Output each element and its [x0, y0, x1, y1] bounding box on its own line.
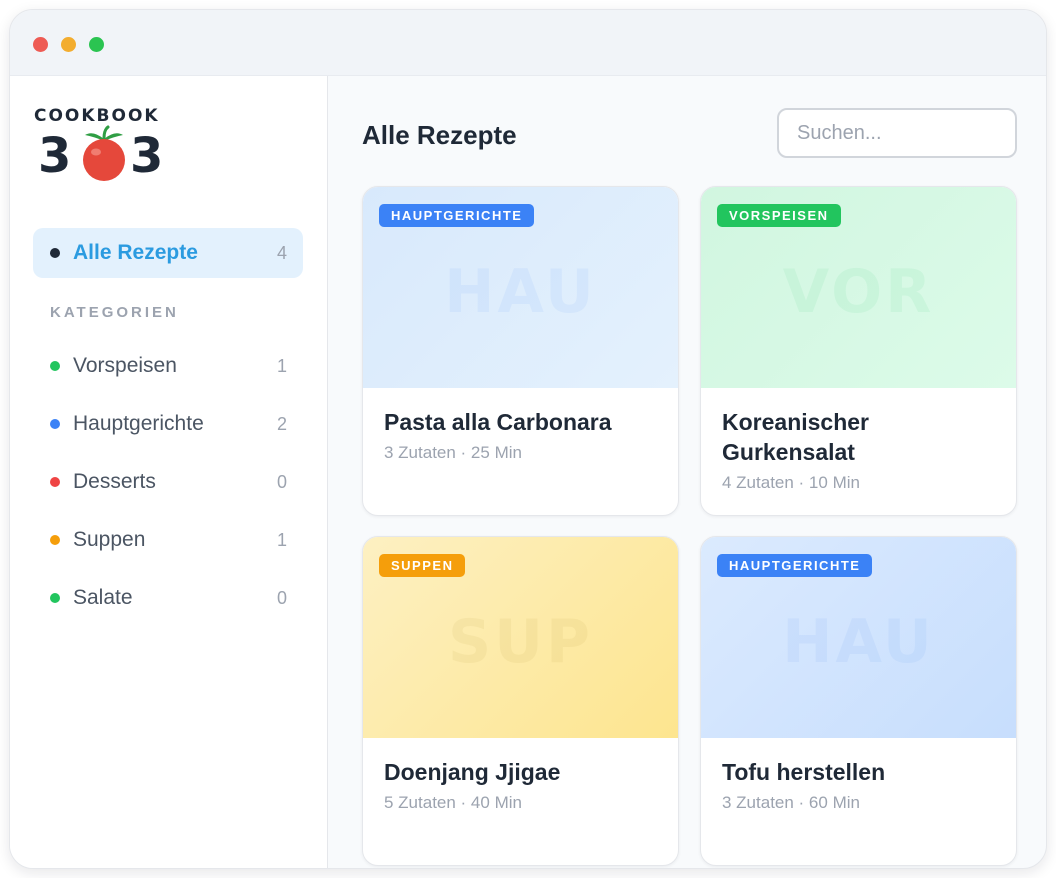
sidebar-item-label: Suppen — [73, 528, 146, 551]
sidebar-item-label: Desserts — [73, 470, 156, 493]
category-watermark: VOR — [782, 257, 935, 327]
category-dot-icon — [50, 535, 60, 545]
minimize-window-button[interactable] — [61, 37, 76, 52]
sidebar-item-hauptgerichte[interactable]: Hauptgerichte 2 — [33, 402, 303, 446]
category-watermark: HAU — [444, 257, 597, 327]
sidebar-item-salate[interactable]: Salate 0 — [33, 576, 303, 620]
sidebar-item-count: 4 — [276, 243, 287, 263]
search-input[interactable] — [777, 108, 1017, 158]
recipe-title: Tofu herstellen — [722, 759, 886, 785]
logo-wordmark: COOKBOOK — [34, 106, 160, 126]
category-dot-icon — [50, 593, 60, 603]
recipe-card[interactable]: HAUPTGERICHTE HAU Pasta alla Carbonara 3… — [362, 186, 679, 516]
recipe-card-header: SUPPEN SUP — [363, 537, 678, 738]
sidebar-item-label: Salate — [73, 586, 133, 609]
title-bar — [10, 10, 1046, 76]
recipe-title: Doenjang Jjigae — [384, 759, 561, 785]
recipe-meta: 5 Zutaten · 40 Min — [384, 793, 522, 812]
category-watermark: SUP — [448, 607, 593, 677]
logo-digit-right: 3 — [130, 128, 164, 184]
sidebar-item-label: Vorspeisen — [73, 354, 177, 377]
recipe-meta: 4 Zutaten · 10 Min — [722, 473, 860, 492]
sidebar-item-all-recipes[interactable]: Alle Rezepte 4 — [33, 228, 303, 278]
sidebar-item-label: Hauptgerichte — [73, 412, 204, 435]
close-window-button[interactable] — [33, 37, 48, 52]
sidebar-item-vorspeisen[interactable]: Vorspeisen 1 — [33, 344, 303, 388]
category-badge: HAUPTGERICHTE — [379, 204, 535, 227]
tomato-icon — [83, 125, 125, 181]
sidebar-item-count: 2 — [276, 414, 287, 434]
recipe-card-header: HAUPTGERICHTE HAU — [363, 187, 678, 388]
category-dot-icon — [50, 361, 60, 371]
page-title: Alle Rezepte — [362, 120, 517, 150]
recipe-meta: 3 Zutaten · 25 Min — [384, 443, 522, 462]
sidebar-item-count: 0 — [276, 588, 287, 608]
main-content: Alle Rezepte HAUPTGERICHTE HAU Pasta all… — [329, 76, 1046, 868]
recipe-card[interactable]: VORSPEISEN VOR Koreanischer Gurkensalat … — [700, 186, 1017, 516]
sidebar-item-label: Alle Rezepte — [73, 241, 198, 264]
recipe-meta: 3 Zutaten · 60 Min — [722, 793, 860, 812]
sidebar: COOKBOOK 3 3 Alle Rezepte 4 KATEGORIEN V… — [10, 76, 328, 868]
recipe-card-header: HAUPTGERICHTE HAU — [701, 537, 1016, 738]
category-watermark: HAU — [782, 607, 935, 677]
recipe-card-header: VORSPEISEN VOR — [701, 187, 1016, 388]
categories-heading: KATEGORIEN — [50, 304, 179, 321]
category-dot-icon — [50, 477, 60, 487]
category-badge: VORSPEISEN — [717, 204, 841, 227]
recipe-title: Koreanischer Gurkensalat — [722, 409, 870, 465]
logo-digit-left: 3 — [38, 128, 72, 184]
sidebar-item-count: 0 — [276, 472, 287, 492]
app-window: COOKBOOK 3 3 Alle Rezepte 4 KATEGORIEN V… — [9, 9, 1047, 869]
sidebar-item-desserts[interactable]: Desserts 0 — [33, 460, 303, 504]
sidebar-item-count: 1 — [276, 356, 287, 376]
sidebar-item-count: 1 — [276, 530, 287, 550]
sidebar-item-suppen[interactable]: Suppen 1 — [33, 518, 303, 562]
app-logo: COOKBOOK 3 3 — [34, 106, 174, 186]
recipe-title: Pasta alla Carbonara — [384, 409, 612, 435]
maximize-window-button[interactable] — [89, 37, 104, 52]
recipe-card[interactable]: SUPPEN SUP Doenjang Jjigae 5 Zutaten · 4… — [362, 536, 679, 866]
recipe-card[interactable]: HAUPTGERICHTE HAU Tofu herstellen 3 Zuta… — [700, 536, 1017, 866]
category-dot-icon — [50, 419, 60, 429]
category-badge: SUPPEN — [379, 554, 466, 577]
bullet-icon — [50, 248, 60, 258]
category-badge: HAUPTGERICHTE — [717, 554, 873, 577]
